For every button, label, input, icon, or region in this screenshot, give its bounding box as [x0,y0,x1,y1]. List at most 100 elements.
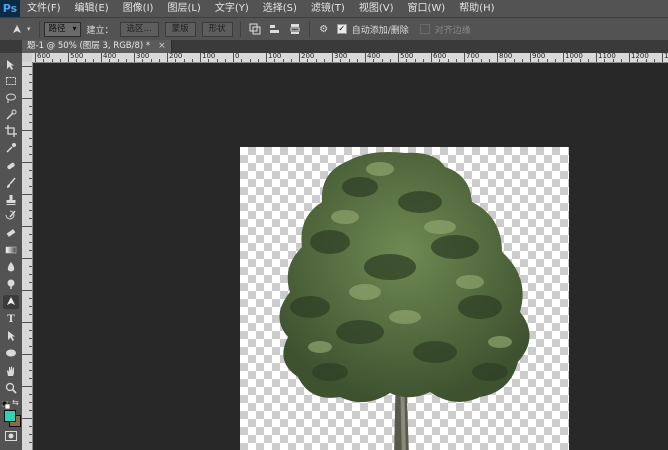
canvas-workspace[interactable] [33,63,668,450]
menu-select[interactable]: 选择(S) [256,0,304,17]
menu-help[interactable]: 帮助(H) [452,0,501,17]
ruler-tick [29,242,32,243]
ruler-label: 400 [367,53,381,60]
zoom-tool-icon[interactable] [3,382,19,396]
ruler-minor-tick [150,59,152,62]
default-colors-icon[interactable] [1,399,11,410]
path-alignment-icon[interactable] [268,22,282,36]
crop-tool-icon[interactable] [3,125,19,139]
ruler-tick [29,170,32,171]
ruler-origin[interactable] [22,53,32,62]
photoshop-logo: Ps [0,0,20,17]
ruler-label: 1000 [565,53,583,60]
path-operations-icon[interactable] [248,22,262,36]
menu-window[interactable]: 窗口(W) [400,0,452,17]
ruler-major-tick [299,53,300,62]
ruler-label: 900 [532,53,546,60]
path-arrangement-icon[interactable] [288,22,302,36]
menu-edit[interactable]: 编辑(E) [68,0,116,17]
ruler-minor-tick [290,59,292,62]
ruler-tick [29,306,32,307]
ruler-minor-tick [455,59,457,62]
ruler-minor-tick [191,59,193,62]
ruler-major-tick [35,53,36,62]
tool-mode-select[interactable]: 路径 [43,21,81,37]
blur-tool-icon[interactable] [3,261,19,275]
ruler-tick [22,130,32,131]
auto-add-delete-label: 自动添加/删除 [351,25,409,36]
ruler-tick [29,138,32,139]
menu-type[interactable]: 文字(Y) [208,0,256,17]
brush-tool-icon[interactable] [3,177,19,191]
ruler-label: 500 [70,53,84,60]
hand-tool-icon[interactable] [3,365,19,379]
path-selection-tool-icon[interactable] [3,330,19,344]
horizontal-ruler[interactable]: 600 500 400 300 200 100 0 100 200 300 400 500 600 700… [32,53,668,63]
history-brush-tool-icon[interactable] [3,210,19,224]
ruler-minor-tick [282,59,284,62]
ruler-minor-tick [117,59,119,62]
gradient-tool-icon[interactable] [3,244,19,258]
menu-image[interactable]: 图像(I) [116,0,161,17]
options-bar: ▾ 路径 建立： 选区... 蒙版 形状 ⚙ ✓ 自动添加/删除 对齐边缘 [0,17,668,41]
tools-panel: T ⇆ [0,53,23,450]
document-tab[interactable]: 题-1 @ 50% (图层 3, RGB/8) * × [22,40,172,53]
clone-stamp-tool-icon[interactable] [3,194,19,208]
make-shape-button[interactable]: 形状 [201,21,233,37]
menu-layer[interactable]: 图层(L) [160,0,207,17]
ruler-label: 1200 [631,53,649,60]
ruler-label: 1100 [598,53,616,60]
close-icon[interactable]: × [158,40,166,53]
document-canvas[interactable] [240,147,569,450]
ruler-label: 1300 [664,53,668,60]
quick-mask-icon[interactable] [5,431,17,441]
ruler-tick [29,442,32,443]
ruler-tick [29,202,32,203]
ruler-label: 600 [433,53,447,60]
spot-healing-tool-icon[interactable] [3,160,19,174]
marquee-tool-icon[interactable] [3,75,19,89]
tree-image [279,152,530,450]
ruler-tick [29,378,32,379]
ruler-label: 300 [334,53,348,60]
foreground-color-swatch[interactable] [4,410,16,422]
eyedropper-tool-icon[interactable] [3,142,19,156]
move-tool-icon[interactable] [3,59,19,73]
vertical-ruler[interactable] [22,62,33,450]
ruler-minor-tick [315,59,317,62]
ruler-tick [22,226,32,227]
align-edges-checkbox[interactable] [419,24,430,34]
ruler-major-tick [233,53,234,62]
quick-selection-tool-icon[interactable] [3,109,19,123]
swap-colors-icon[interactable]: ⇆ [12,399,20,407]
gear-icon[interactable]: ⚙ [317,22,331,36]
ruler-major-tick [596,53,597,62]
ruler-minor-tick [653,59,655,62]
menu-filter[interactable]: 滤镜(T) [304,0,352,17]
pen-tool-preset-icon[interactable] [10,22,24,36]
make-mask-button[interactable]: 蒙版 [164,21,196,37]
menu-view[interactable]: 视图(V) [352,0,401,17]
make-label: 建立： [86,25,114,36]
document-tab-bar: 题-1 @ 50% (图层 3, RGB/8) * × [0,40,668,53]
pen-tool-icon[interactable] [3,295,19,309]
ellipse-tool-icon[interactable] [3,347,19,361]
make-selection-button[interactable]: 选区... [119,21,159,37]
lasso-tool-icon[interactable] [3,92,19,106]
preset-chevron-down-icon[interactable]: ▾ [27,25,31,33]
ruler-tick [29,90,32,91]
ruler-major-tick [332,53,333,62]
type-tool-icon[interactable]: T [3,313,19,327]
ruler-tick [29,186,32,187]
ruler-minor-tick [620,59,622,62]
auto-add-delete-checkbox[interactable]: ✓ [336,24,347,34]
ruler-major-tick [167,53,168,62]
dodge-tool-icon[interactable] [3,278,19,292]
menu-file[interactable]: 文件(F) [20,0,68,17]
eraser-tool-icon[interactable] [3,227,19,241]
ruler-minor-tick [216,59,218,62]
ruler-tick [29,154,32,155]
ruler-tick [29,74,32,75]
ruler-tick [22,66,32,67]
ruler-tick [29,338,32,339]
